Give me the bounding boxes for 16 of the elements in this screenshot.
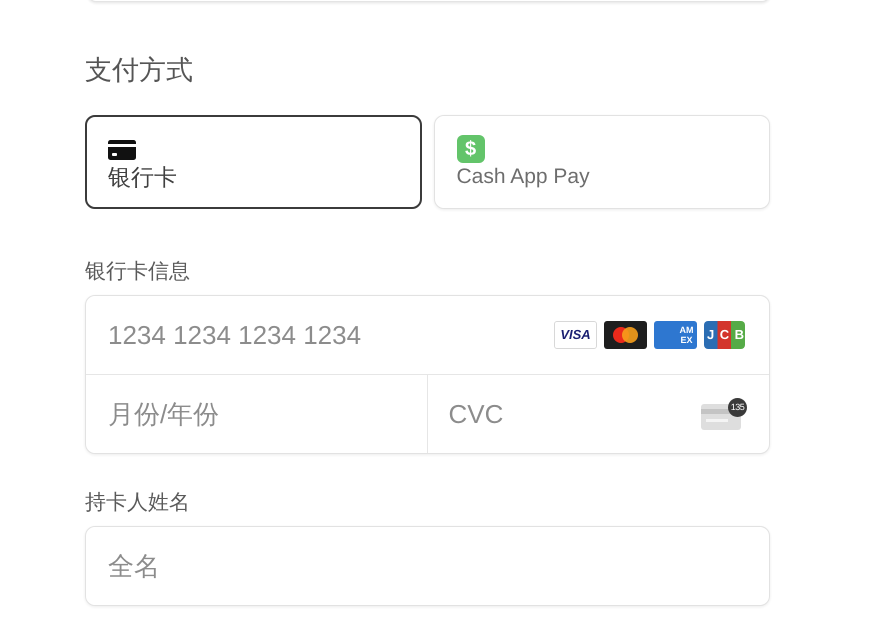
credit-card-icon bbox=[108, 140, 136, 160]
visa-logo: VISA bbox=[554, 321, 597, 349]
card-number-field[interactable]: 1234 1234 1234 1234 bbox=[108, 315, 554, 355]
dollar-icon: $ bbox=[456, 135, 484, 163]
payment-option-tab[interactable]: 银行卡 bbox=[85, 115, 422, 209]
amex-logo: AMEX bbox=[654, 321, 697, 349]
field-label: 银行卡信息 bbox=[85, 259, 190, 285]
section-heading: 支付方式 bbox=[85, 54, 193, 86]
name-field[interactable]: 全名 bbox=[85, 526, 770, 606]
cvc-number-badge: 135 bbox=[728, 398, 747, 417]
payment-option-tab[interactable]: $ Cash App Pay bbox=[434, 115, 770, 209]
expiry-field[interactable]: 月份/年份 bbox=[108, 394, 368, 434]
jcb-logo: JCB bbox=[704, 321, 745, 349]
field-label: 持卡人姓名 bbox=[85, 490, 190, 516]
overlapping-circles-icon bbox=[604, 321, 647, 349]
cvc-field[interactable]: CVC bbox=[448, 394, 701, 434]
